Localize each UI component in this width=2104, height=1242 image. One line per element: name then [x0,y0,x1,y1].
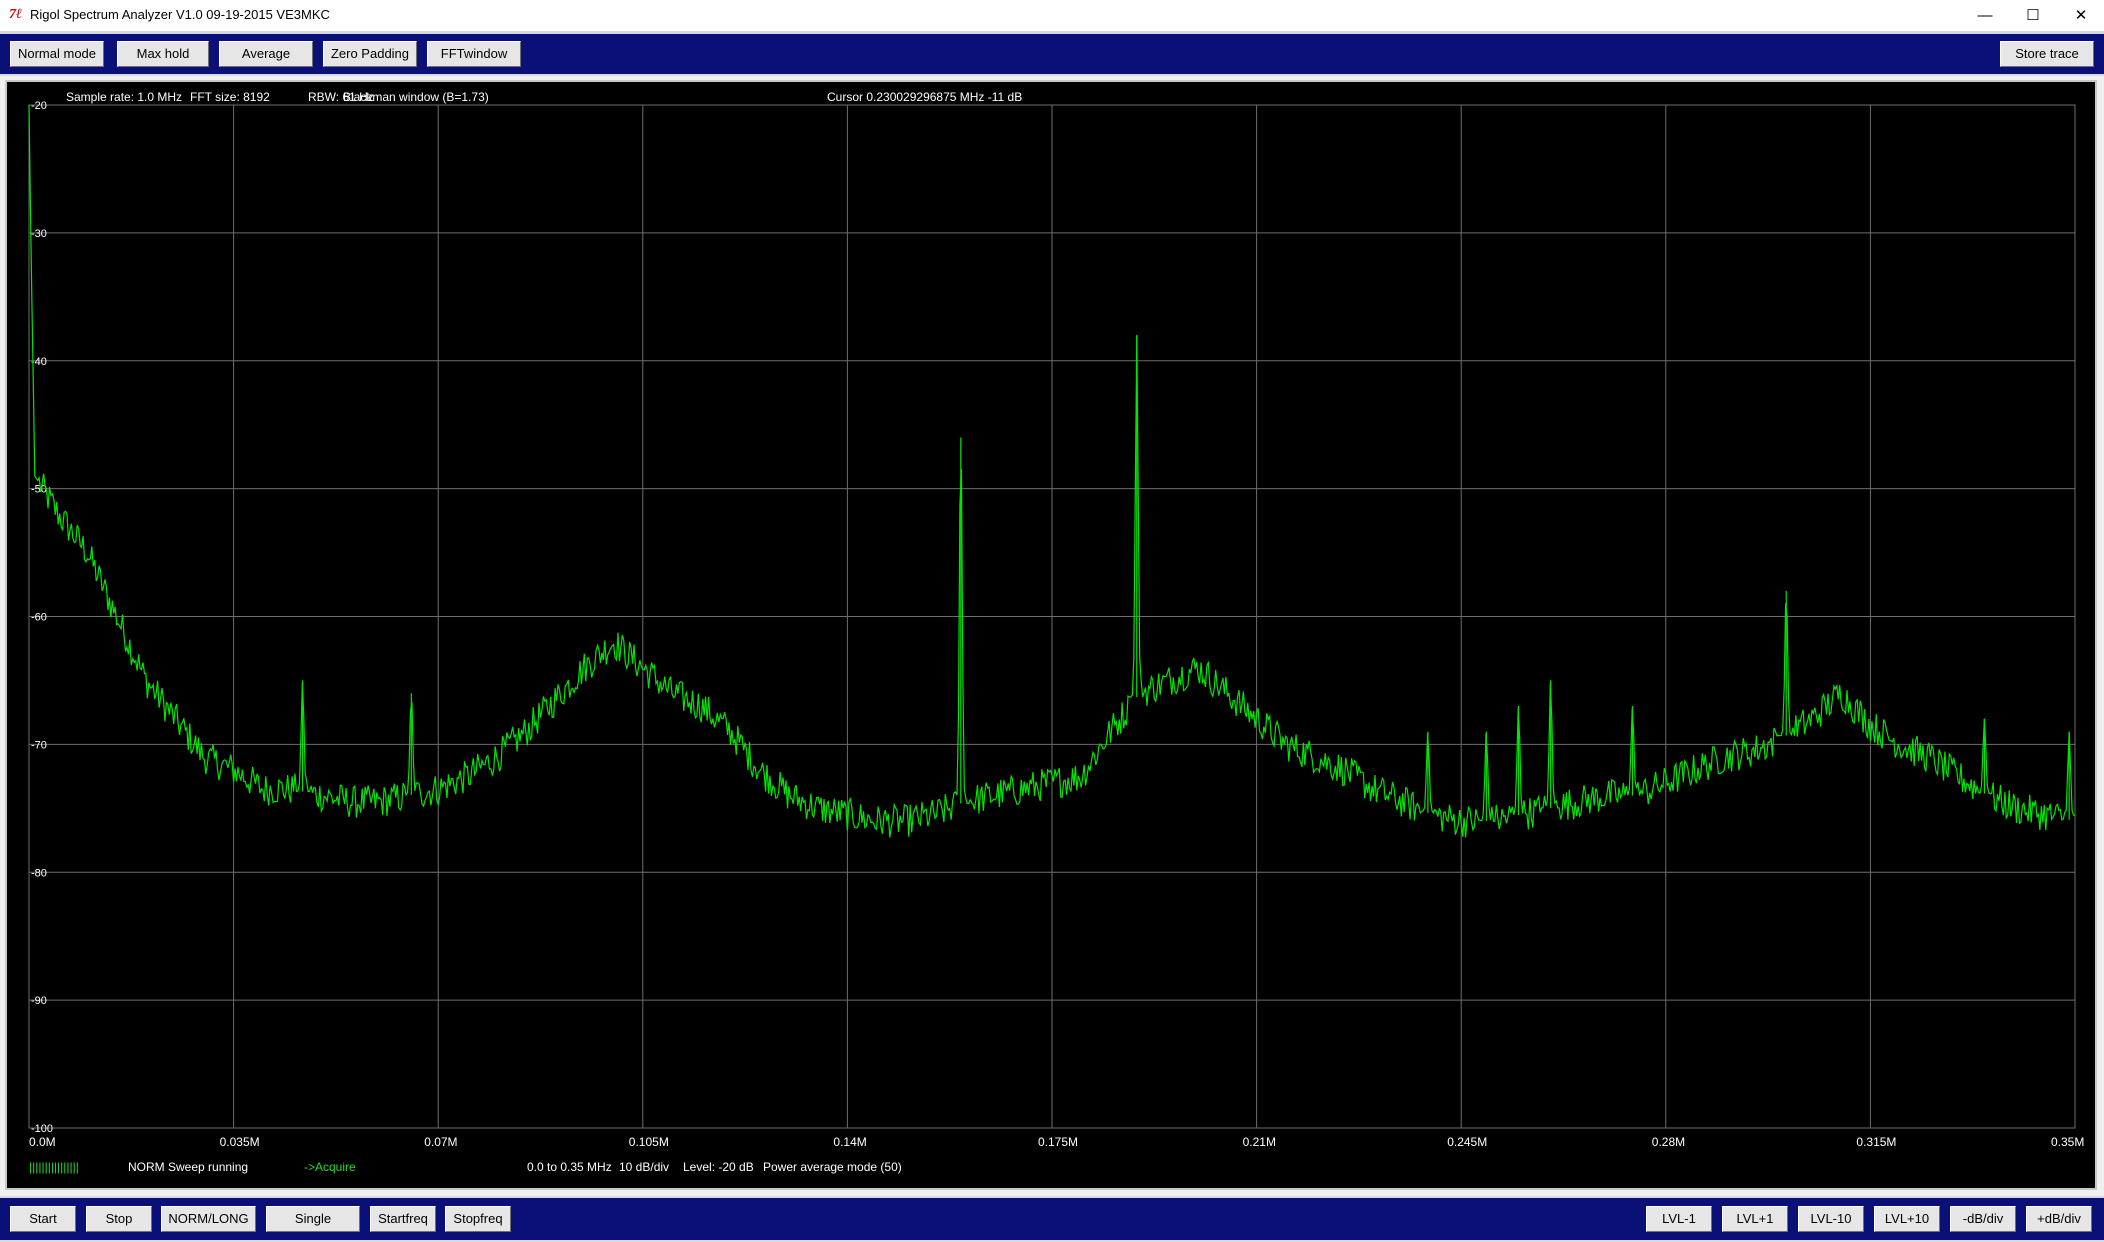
y-tick-label: -60 [31,612,47,624]
x-tick-label: 0.105M [629,1135,669,1149]
max-hold-button[interactable]: Max hold [117,41,209,67]
x-tick-label: 0.21M [1243,1135,1276,1149]
maximize-button[interactable]: ☐ [2010,0,2056,31]
activity-meter-icon: |||||||||||||||| [29,1160,79,1174]
x-tick-label: 0.07M [424,1135,457,1149]
average-mode-label: Power average mode (50) [763,1160,902,1174]
bottom-toolbar: Start Stop NORM/LONG Single Startfreq St… [0,1196,2104,1242]
x-tick-label: 0.245M [1447,1135,1487,1149]
db-per-div-label: 10 dB/div [619,1160,670,1174]
startfreq-button[interactable]: Startfreq [370,1206,436,1232]
y-tick-label: -100 [31,1123,53,1135]
minimize-button[interactable]: — [1962,0,2008,31]
lvl-plus-10-button[interactable]: LVL+10 [1874,1206,1940,1232]
x-tick-label: 0.0M [29,1135,56,1149]
lvl-minus-10-button[interactable]: LVL-10 [1798,1206,1864,1232]
spectrum-panel: Sample rate: 1.0 MHz FFT size: 8192 RBW:… [5,80,2097,1190]
x-tick-label: 0.175M [1038,1135,1078,1149]
lvl-minus-1-button[interactable]: LVL-1 [1646,1206,1712,1232]
average-button[interactable]: Average [219,41,313,67]
rigol-logo-icon: 7ℓ [9,7,22,22]
start-button[interactable]: Start [10,1206,76,1232]
x-tick-label: 0.35M [2051,1135,2084,1149]
lvl-plus-1-button[interactable]: LVL+1 [1722,1206,1788,1232]
x-tick-label: 0.28M [1652,1135,1685,1149]
fft-window-button[interactable]: FFTwindow [427,41,521,67]
stopfreq-button[interactable]: Stopfreq [445,1206,511,1232]
x-tick-label: 0.035M [220,1135,260,1149]
y-tick-label: -20 [31,100,47,112]
store-trace-button[interactable]: Store trace [2000,41,2094,67]
y-tick-label: -80 [31,867,47,879]
norm-long-button[interactable]: NORM/LONG [161,1206,256,1232]
y-tick-label: -90 [31,995,47,1007]
stop-button[interactable]: Stop [86,1206,152,1232]
top-toolbar: Normal mode Max hold Average Zero Paddin… [0,32,2104,76]
ref-level-label: Level: -20 dB [683,1160,754,1174]
single-button[interactable]: Single [266,1206,360,1232]
db-div-plus-button[interactable]: +dB/div [2026,1206,2092,1232]
freq-range-label: 0.0 to 0.35 MHz [527,1160,612,1174]
normal-mode-button[interactable]: Normal mode [10,41,104,67]
zero-padding-button[interactable]: Zero Padding [323,41,417,67]
db-div-minus-button[interactable]: -dB/div [1950,1206,2016,1232]
close-button[interactable]: ✕ [2058,0,2104,31]
acquire-status: ->Acquire [304,1160,356,1174]
spectrum-plot[interactable]: 0.0M 0.035M 0.07M 0.105M 0.14M 0.175M 0.21M 0.2… [7,82,2095,1188]
x-tick-label: 0.14M [833,1135,866,1149]
title-bar: 7ℓ Rigol Spectrum Analyzer V1.0 09-19-20… [0,0,2104,32]
y-tick-label: -30 [31,228,47,240]
sweep-status: NORM Sweep running [128,1160,249,1174]
window-title: Rigol Spectrum Analyzer V1.0 09-19-2015 … [30,7,330,22]
x-tick-label: 0.315M [1856,1135,1896,1149]
y-tick-label: -70 [31,739,47,751]
